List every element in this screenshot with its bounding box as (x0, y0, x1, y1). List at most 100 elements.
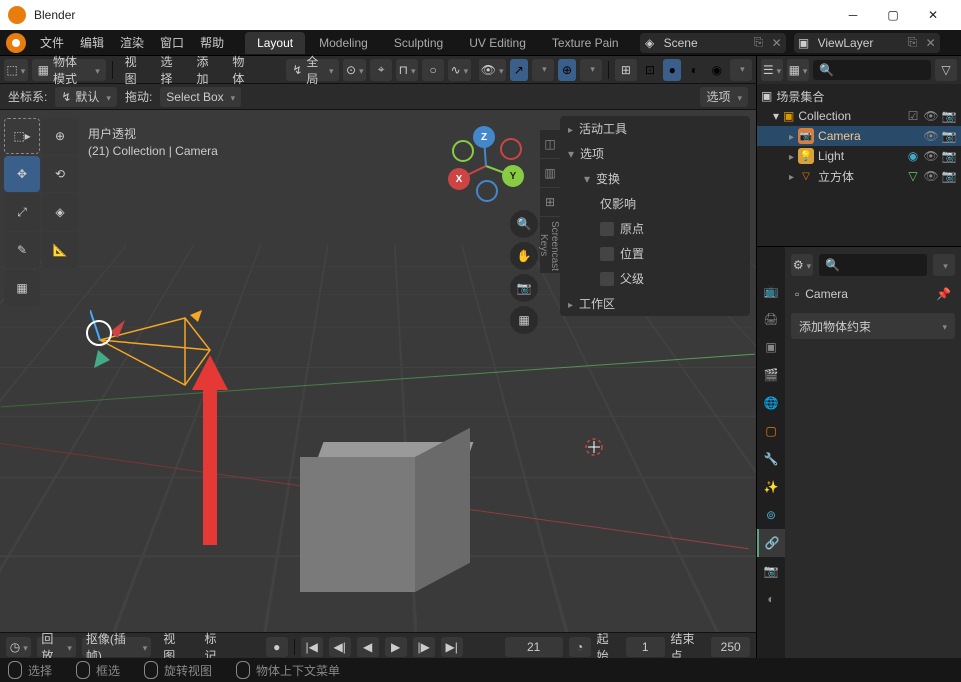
sidebar-tab-icon-1[interactable]: ◫ (540, 130, 560, 158)
prop-tab-material[interactable]: ◐ (757, 585, 785, 613)
sidebar-tab-icon-3[interactable]: ⊞ (540, 188, 560, 216)
prop-tab-modifiers[interactable]: 🔧 (757, 445, 785, 473)
pin-button[interactable]: 📌 (936, 287, 951, 301)
pan-button[interactable]: ✋ (510, 242, 538, 270)
collection-checkbox[interactable]: ☑ (905, 109, 921, 123)
overlay-toggle[interactable]: ⊕ (558, 59, 576, 81)
properties-search[interactable]: 🔍 (819, 254, 927, 276)
end-frame-input[interactable]: 250 (711, 637, 750, 657)
checkbox-origin[interactable]: 原点 (560, 216, 750, 241)
camera-view-button[interactable]: 📷 (510, 274, 538, 302)
light-row[interactable]: 💡 Light ◉👁📷 (757, 146, 961, 166)
outliner-view-options[interactable]: ▦ (787, 59, 809, 81)
minimize-button[interactable]: ─ (833, 0, 873, 30)
orientation-dropdown[interactable]: ↯默认 (55, 87, 117, 107)
transform-orientation[interactable]: ↯全局 (286, 59, 339, 81)
tab-layout[interactable]: Layout (245, 32, 305, 54)
proportional-options[interactable]: ∿ (448, 59, 471, 81)
keying-menu[interactable]: 抠像(插帧) (82, 637, 151, 657)
jump-keyframe-forward[interactable]: |▶ (413, 637, 435, 657)
checkbox-position[interactable]: 位置 (560, 241, 750, 266)
gizmo-z-axis[interactable]: Z (473, 126, 495, 148)
outliner-search[interactable]: 🔍 (813, 60, 931, 80)
render-visibility-icon[interactable]: 📷 (941, 129, 957, 143)
viewport-visibility-icon[interactable]: 👁 (923, 129, 939, 143)
gizmo-options[interactable] (532, 59, 554, 81)
tab-uv-editing[interactable]: UV Editing (457, 32, 538, 54)
xray-toggle[interactable]: ⊞ (615, 59, 637, 81)
timeline-editor-type[interactable]: ◷ (6, 637, 31, 657)
add-constraint-dropdown[interactable]: 添加物体约束 (791, 313, 955, 339)
close-button[interactable]: ✕ (913, 0, 953, 30)
gizmo-x-axis[interactable]: X (448, 168, 470, 190)
prop-tab-world[interactable]: 🌐 (757, 389, 785, 417)
proportional-edit[interactable]: ○ (422, 59, 444, 81)
maximize-button[interactable]: ▢ (873, 0, 913, 30)
prop-tab-object[interactable]: ▢ (757, 417, 785, 445)
jump-to-start[interactable]: |◀ (301, 637, 323, 657)
tool-add-cube[interactable]: ▦ (4, 270, 40, 306)
play-forward[interactable]: ▶ (385, 637, 407, 657)
visibility-toggle[interactable]: 👁 (479, 59, 506, 81)
menu-view[interactable]: 视图 (119, 53, 151, 87)
menu-object[interactable]: 物体 (226, 53, 258, 87)
mode-selector[interactable]: ▦ 物体模式 (32, 59, 106, 81)
navigation-gizmo[interactable]: X Y Z (446, 126, 526, 206)
viewlayer-selector[interactable]: ▣ ⎘ ✕ (794, 33, 940, 53)
gizmo-neg-z[interactable] (476, 180, 498, 202)
prop-tab-data[interactable]: 📷 (757, 557, 785, 585)
tab-texture-paint[interactable]: Texture Pain (540, 32, 631, 54)
play-reverse[interactable]: ◀ (357, 637, 379, 657)
options-dropdown[interactable]: 选项 (700, 87, 748, 107)
new-viewlayer-button[interactable]: ⎘ (904, 35, 922, 50)
sidebar-tab-icon-2[interactable]: ▥ (540, 159, 560, 187)
drag-action-dropdown[interactable]: Select Box (160, 87, 241, 107)
new-scene-button[interactable]: ⎘ (750, 35, 768, 50)
outliner-filter[interactable]: ▽ (935, 59, 957, 81)
tool-scale[interactable]: ⤢ (4, 194, 40, 230)
tool-move[interactable]: ✥ (4, 156, 40, 192)
jump-keyframe-back[interactable]: ◀| (329, 637, 351, 657)
panel-workspace[interactable]: 工作区 (560, 291, 750, 316)
panel-options[interactable]: ▾选项 (560, 141, 750, 166)
3d-viewport[interactable]: 用户透视 (21) Collection | Camera ⬚▸ ⊕ ✥ ⟲ ⤢… (0, 110, 756, 632)
prop-tab-constraints[interactable]: 🔗 (757, 529, 785, 557)
menu-select[interactable]: 选择 (155, 53, 187, 87)
zoom-button[interactable]: 🔍 (510, 210, 538, 238)
current-frame-input[interactable]: 21 (505, 637, 563, 657)
prop-tab-particles[interactable]: ✨ (757, 473, 785, 501)
viewport-visibility-icon[interactable]: 👁 (923, 169, 939, 183)
viewlayer-name-input[interactable] (814, 36, 904, 50)
tool-measure[interactable]: 📐 (42, 232, 78, 268)
tab-modeling[interactable]: Modeling (307, 32, 380, 54)
jump-to-end[interactable]: ▶| (441, 637, 463, 657)
snap-options[interactable]: ⊓ (396, 59, 418, 81)
playback-menu[interactable]: 回放 (37, 637, 75, 657)
shading-rendered[interactable]: ◉ (708, 59, 726, 81)
sidebar-tab-screencast[interactable]: Screencast Keys (540, 217, 560, 273)
cube-object[interactable] (300, 445, 450, 595)
prop-tab-render[interactable]: 📺 (757, 277, 785, 305)
editor-type-selector[interactable]: ⬚ (4, 59, 28, 81)
panel-active-tool[interactable]: 活动工具 (560, 116, 750, 141)
blender-icon[interactable] (6, 33, 26, 53)
tool-transform[interactable]: ◈ (42, 194, 78, 230)
shading-wireframe[interactable]: ⊡ (641, 59, 659, 81)
render-visibility-icon[interactable]: 📷 (941, 109, 957, 123)
outliner-display-mode[interactable]: ☰ (761, 59, 783, 81)
scene-name-input[interactable] (660, 36, 750, 50)
shading-solid[interactable]: ● (663, 59, 681, 81)
prop-tab-viewlayer[interactable]: ▣ (757, 333, 785, 361)
properties-options[interactable] (933, 254, 955, 276)
properties-editor-type[interactable]: ⚙ (791, 254, 813, 276)
viewport-visibility-icon[interactable]: 👁 (923, 149, 939, 163)
tab-sculpting[interactable]: Sculpting (382, 32, 455, 54)
gizmo-toggle[interactable]: ↗ (510, 59, 528, 81)
overlay-options[interactable] (580, 59, 602, 81)
gizmo-neg-x[interactable] (500, 138, 522, 160)
prop-tab-output[interactable]: 🖨 (757, 305, 785, 333)
start-frame-input[interactable]: 1 (626, 637, 665, 657)
panel-transform[interactable]: ▾变换 (560, 166, 750, 191)
camera-row[interactable]: 📷 Camera 👁📷 (757, 126, 961, 146)
tool-annotate[interactable]: ✎ (4, 232, 40, 268)
